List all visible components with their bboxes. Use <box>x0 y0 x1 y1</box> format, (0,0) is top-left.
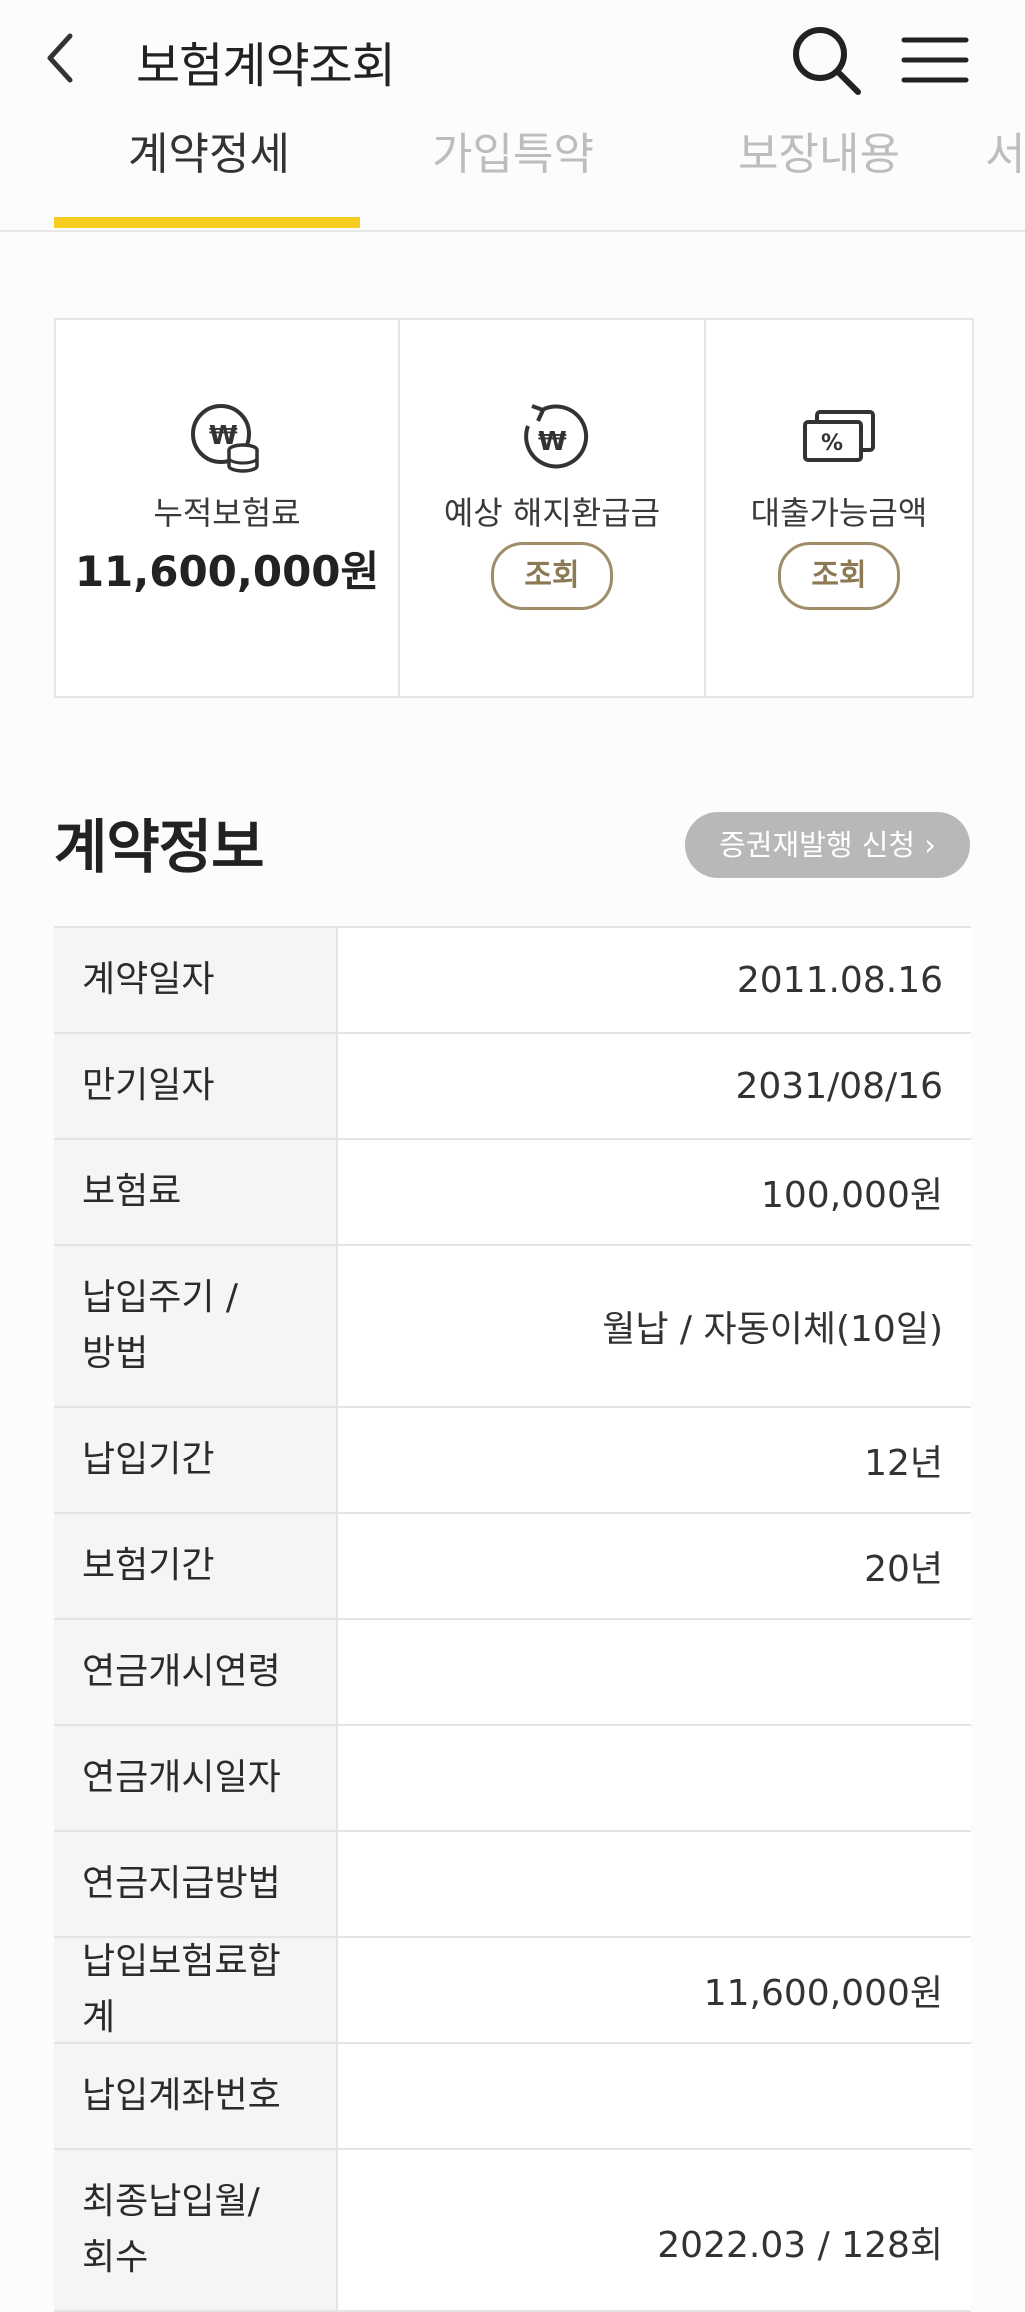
won-coins-icon: ₩ <box>191 404 259 473</box>
table-row: 납입주기 / 방법 월납 / 자동이체(10일) <box>54 1246 971 1408</box>
row-label: 납입보험료합계 <box>54 1938 338 2042</box>
summary-premium-label: 누적보험료 <box>153 494 301 532</box>
search-icon[interactable] <box>788 22 864 98</box>
row-value: 11,600,000원 <box>703 1973 943 2014</box>
row-value <box>338 1832 971 1936</box>
contract-info-table: 계약일자 2011.08.16 만기일자 2031/08/16 보험료 100,… <box>54 926 971 2312</box>
table-row: 보험료 100,000원 <box>54 1140 971 1246</box>
page-title: 보험계약조회 <box>136 38 396 94</box>
row-label: 연금지급방법 <box>54 1832 338 1936</box>
row-value: 월납 / 자동이체(10일) <box>602 1309 943 1350</box>
row-label: 납입계좌번호 <box>54 2044 338 2148</box>
refund-won-icon: ₩ <box>524 404 589 469</box>
svg-text:%: % <box>821 431 843 456</box>
table-row: 납입계좌번호 <box>54 2044 971 2150</box>
table-row: 연금개시일자 <box>54 1726 971 1832</box>
table-row: 연금지급방법 <box>54 1832 971 1938</box>
row-label: 보험기간 <box>54 1514 338 1618</box>
top-bar: 보험계약조회 <box>0 0 1025 120</box>
summary-refund: ₩ 예상 해지환급금 조회 <box>400 320 706 696</box>
table-row: 최종납입월/ 회수 2022.03 / 128회 <box>54 2150 971 2312</box>
row-value <box>338 1726 971 1830</box>
row-value: 2031/08/16 <box>735 1065 944 1107</box>
row-label: 납입주기 / 방법 <box>54 1246 338 1406</box>
row-label: 연금개시일자 <box>54 1726 338 1830</box>
row-label: 보험료 <box>54 1140 338 1244</box>
table-row: 보험기간 20년 <box>54 1514 971 1620</box>
loan-card-icon: % <box>803 410 875 462</box>
table-row: 연금개시연령 <box>54 1620 971 1726</box>
row-value: 2022.03 / 128회 <box>657 2225 943 2266</box>
hamburger-menu-icon[interactable] <box>900 30 970 90</box>
row-value: 2011.08.16 <box>736 959 943 1001</box>
tab-riders[interactable]: 가입특약 <box>432 118 594 182</box>
row-label: 납입기간 <box>54 1408 338 1512</box>
row-label: 계약일자 <box>54 928 338 1032</box>
summary-loan-label: 대출가능금액 <box>750 494 928 532</box>
tab-bar: 계약정세 가입특약 보장내용 서 <box>0 110 1025 232</box>
active-tab-indicator <box>54 217 360 228</box>
summary-premium-total: ₩ 누적보험료 11,600,000원 <box>56 320 400 696</box>
row-value <box>338 2044 971 2148</box>
table-row: 납입보험료합계 11,600,000원 <box>54 1938 971 2044</box>
tab-contract-detail[interactable]: 계약정세 <box>128 118 290 182</box>
summary-premium-value: 11,600,000원 <box>74 547 380 596</box>
tab-coverage[interactable]: 보장내용 <box>738 118 900 182</box>
tab-more[interactable]: 서 <box>985 118 1025 182</box>
summary-refund-label: 예상 해지환급금 <box>443 494 661 532</box>
summary-loan: % 대출가능금액 조회 <box>706 320 972 696</box>
policy-reissue-button[interactable]: 증권재발행 신청 › <box>685 812 970 878</box>
row-value: 12년 <box>864 1443 943 1484</box>
row-label: 최종납입월/ 회수 <box>54 2150 338 2310</box>
table-row: 납입기간 12년 <box>54 1408 971 1514</box>
row-value: 100,000원 <box>761 1175 943 1216</box>
row-value: 20년 <box>864 1549 943 1590</box>
section-title-contract-info: 계약정보 <box>54 813 264 881</box>
loan-inquiry-button[interactable]: 조회 <box>778 542 900 610</box>
row-label: 만기일자 <box>54 1034 338 1138</box>
row-value <box>338 1620 971 1724</box>
row-label: 연금개시연령 <box>54 1620 338 1724</box>
contract-summary-box: ₩ 누적보험료 11,600,000원 ₩ 예상 해지환급금 조회 % 대출가능… <box>54 318 974 698</box>
refund-inquiry-button[interactable]: 조회 <box>491 542 613 610</box>
svg-text:₩: ₩ <box>538 427 567 457</box>
table-row: 만기일자 2031/08/16 <box>54 1034 971 1140</box>
back-arrow-icon[interactable] <box>40 28 86 88</box>
table-row: 계약일자 2011.08.16 <box>54 928 971 1034</box>
